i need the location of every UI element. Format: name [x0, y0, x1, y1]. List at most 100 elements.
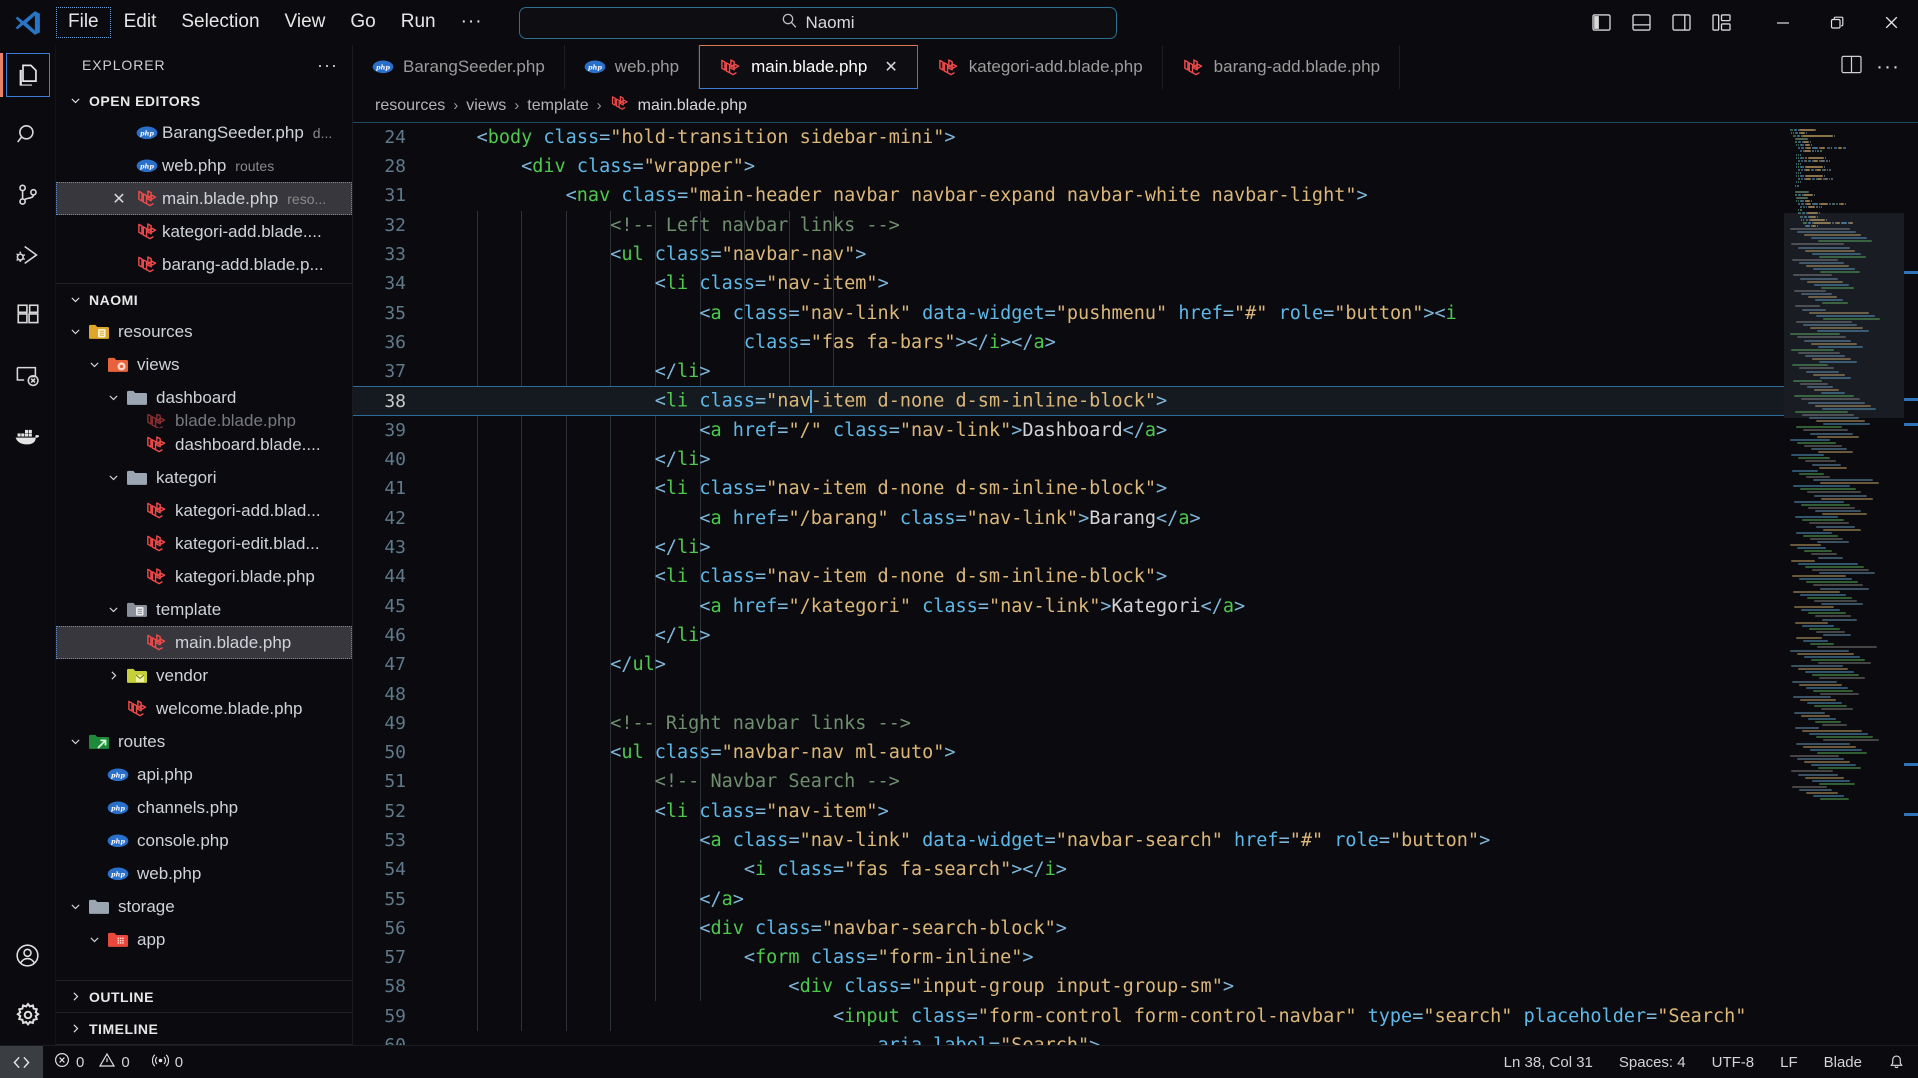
chevron-down-icon[interactable]	[85, 358, 103, 371]
open-editor-item[interactable]: kategori-add.blade....	[56, 215, 352, 248]
code-line[interactable]: 31 <nav class="main-header navbar navbar…	[353, 181, 1784, 210]
code-line[interactable]: 32 <!-- Left navbar links -->	[353, 211, 1784, 240]
open-editors-header[interactable]: OPEN EDITORS	[56, 85, 352, 116]
tree-file-item[interactable]: main.blade.php	[56, 626, 352, 659]
tree-folder-item[interactable]: resources	[56, 315, 352, 348]
toggle-primary-sidebar-icon[interactable]	[1584, 6, 1618, 40]
tree-folder-item[interactable]: vendor	[56, 659, 352, 692]
problems-status-button[interactable]: 0 0	[43, 1046, 141, 1078]
tree-folder-item[interactable]: views	[56, 348, 352, 381]
timeline-section-header[interactable]: TIMELINE	[56, 1013, 352, 1045]
code-line[interactable]: 57 <form class="form-inline">	[353, 943, 1784, 972]
chevron-down-icon[interactable]	[104, 391, 122, 404]
menu-file[interactable]: File	[56, 7, 111, 38]
code-line[interactable]: 48	[353, 679, 1784, 708]
code-line-current[interactable]: 38 <li class="nav-item d-none d-sm-inlin…	[353, 386, 1784, 416]
code-line[interactable]: 33 <ul class="navbar-nav">	[353, 240, 1784, 269]
code-line[interactable]: 28 <div class="wrapper">	[353, 152, 1784, 181]
code-lines[interactable]: 24 <body class="hold-transition sidebar-…	[353, 123, 1784, 1045]
breadcrumb-item-resources[interactable]: resources	[375, 97, 445, 115]
remote-indicator-button[interactable]	[0, 1045, 43, 1078]
tree-folder-item[interactable]: dashboard	[56, 381, 352, 414]
activity-item-remote-explorer[interactable]	[0, 345, 56, 405]
toggle-secondary-sidebar-icon[interactable]	[1664, 6, 1698, 40]
code-line[interactable]: 46 </li>	[353, 621, 1784, 650]
activity-item-manage[interactable]	[0, 985, 56, 1045]
activity-item-run-and-debug[interactable]	[0, 225, 56, 285]
minimap-slider[interactable]	[1784, 212, 1904, 418]
code-line[interactable]: 54 <i class="fas fa-search"></i>	[353, 855, 1784, 884]
chevron-down-icon[interactable]	[104, 603, 122, 616]
activity-item-docker[interactable]	[0, 405, 56, 465]
menu-overflow-button[interactable]: ···	[449, 9, 495, 35]
minimize-button[interactable]	[1756, 0, 1810, 45]
code-line[interactable]: 56 <div class="navbar-search-block">	[353, 914, 1784, 943]
tree-file-item[interactable]: kategori.blade.php	[56, 560, 352, 593]
editor-tab[interactable]: kategori-add.blade.php	[917, 45, 1163, 90]
editor-encoding-button[interactable]: UTF-8	[1699, 1046, 1768, 1078]
tree-file-item[interactable]: blade.blade.php	[56, 414, 352, 428]
command-center[interactable]: Naomi	[519, 6, 1117, 39]
activity-item-accounts[interactable]	[0, 925, 56, 985]
code-line[interactable]: 45 <a href="/kategori" class="nav-link">…	[353, 591, 1784, 620]
code-line[interactable]: 49 <!-- Right navbar links -->	[353, 709, 1784, 738]
open-editor-item[interactable]: ✕ main.blade.php reso...	[56, 182, 352, 215]
notifications-button[interactable]	[1875, 1046, 1918, 1078]
activity-item-search[interactable]	[0, 105, 56, 165]
chevron-down-icon[interactable]	[85, 933, 103, 946]
code-line[interactable]: 50 <ul class="navbar-nav ml-auto">	[353, 738, 1784, 767]
close-icon[interactable]: ✕	[106, 189, 132, 209]
close-button[interactable]	[1864, 0, 1918, 45]
outline-section-header[interactable]: OUTLINE	[56, 981, 352, 1013]
breadcrumb-item-template[interactable]: template	[527, 97, 588, 115]
split-editor-icon[interactable]	[1841, 55, 1862, 79]
tree-file-item[interactable]: php api.php	[56, 758, 352, 791]
code-line[interactable]: 41 <li class="nav-item d-none d-sm-inlin…	[353, 474, 1784, 503]
code-line[interactable]: 55 </a>	[353, 884, 1784, 913]
code-line[interactable]: 59 <input class="form-control form-contr…	[353, 1002, 1784, 1031]
editor-tab[interactable]: barang-add.blade.php	[1162, 45, 1401, 90]
code-line[interactable]: 24 <body class="hold-transition sidebar-…	[353, 123, 1784, 152]
ports-status-button[interactable]: 0	[141, 1046, 194, 1078]
chevron-down-icon[interactable]	[66, 900, 84, 913]
code-line[interactable]: 51 <!-- Navbar Search -->	[353, 767, 1784, 796]
code-line[interactable]: 35 <a class="nav-link" data-widget="push…	[353, 299, 1784, 328]
tree-folder-item[interactable]: app	[56, 923, 352, 956]
menu-edit[interactable]: Edit	[112, 7, 169, 38]
menu-bar[interactable]: File Edit Selection View Go Run ···	[56, 7, 495, 38]
menu-view[interactable]: View	[273, 7, 338, 38]
open-editor-item[interactable]: barang-add.blade.p...	[56, 248, 352, 281]
code-line[interactable]: 60 aria-label="Search">	[353, 1031, 1784, 1045]
tree-file-item[interactable]: php console.php	[56, 824, 352, 857]
tree-folder-item[interactable]: kategori	[56, 461, 352, 494]
tree-file-item[interactable]: dashboard.blade....	[56, 428, 352, 461]
minimap[interactable]	[1784, 122, 1904, 1045]
code-line[interactable]: 36 class="fas fa-bars"></i></a>	[353, 328, 1784, 357]
tree-file-item[interactable]: php channels.php	[56, 791, 352, 824]
editor-eol-button[interactable]: LF	[1767, 1046, 1811, 1078]
code-line[interactable]: 37 </li>	[353, 357, 1784, 386]
code-line[interactable]: 39 <a href="/" class="nav-link">Dashboar…	[353, 416, 1784, 445]
tree-file-item[interactable]: kategori-edit.blad...	[56, 527, 352, 560]
activity-item-source-control[interactable]	[0, 165, 56, 225]
menu-run[interactable]: Run	[389, 7, 448, 38]
sidebar-more-actions-button[interactable]: ···	[317, 55, 338, 76]
close-icon[interactable]: ✕	[884, 57, 897, 77]
editor-tab[interactable]: php web.php	[564, 45, 700, 90]
activity-item-extensions[interactable]	[0, 285, 56, 345]
editor-language-button[interactable]: Blade	[1811, 1046, 1875, 1078]
tree-file-item[interactable]: welcome.blade.php	[56, 692, 352, 725]
restore-button[interactable]	[1810, 0, 1864, 45]
activity-item-explorer[interactable]	[0, 45, 56, 105]
tree-file-item[interactable]: kategori-add.blad...	[56, 494, 352, 527]
code-line[interactable]: 40 </li>	[353, 445, 1784, 474]
tree-file-item[interactable]: php web.php	[56, 857, 352, 890]
open-editor-item[interactable]: php web.php routes	[56, 149, 352, 182]
editor-tab[interactable]: main.blade.php ✕	[699, 45, 918, 90]
tree-folder-item[interactable]: routes	[56, 725, 352, 758]
overview-ruler[interactable]	[1904, 122, 1918, 1045]
code-line[interactable]: 34 <li class="nav-item">	[353, 269, 1784, 298]
chevron-down-icon[interactable]	[66, 325, 84, 338]
code-line[interactable]: 44 <li class="nav-item d-none d-sm-inlin…	[353, 562, 1784, 591]
code-line[interactable]: 47 </ul>	[353, 650, 1784, 679]
